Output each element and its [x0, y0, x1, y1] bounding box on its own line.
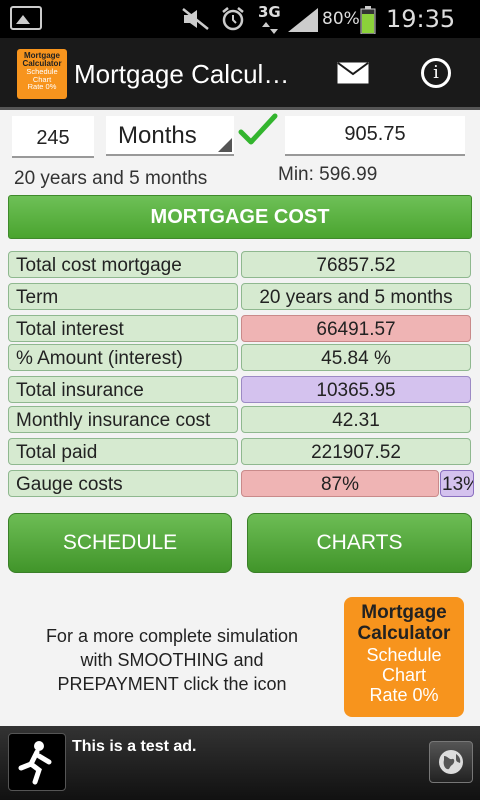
table-row: Total insurance 10365.95	[8, 376, 472, 403]
mail-icon[interactable]	[337, 62, 369, 84]
action-bar: Mortgage Calculator Schedule Chart Rate …	[0, 38, 480, 110]
schedule-button[interactable]: SCHEDULE	[8, 513, 232, 573]
row-label: Total cost mortgage	[8, 251, 238, 278]
row-value: 76857.52	[241, 251, 471, 278]
min-payment: Min: 596.99	[278, 164, 378, 185]
sound-muted-icon	[182, 8, 209, 30]
row-label: Term	[8, 283, 238, 310]
gallery-notification-icon	[10, 6, 42, 30]
battery-percent: 80%	[322, 9, 360, 29]
table-row: Total cost mortgage 76857.52	[8, 251, 472, 278]
table-row: % Amount (interest) 45.84 %	[8, 344, 472, 371]
ad-text[interactable]: This is a test ad.	[72, 738, 196, 756]
app-title: Mortgage Calcul…	[74, 59, 290, 89]
ad-runner-icon[interactable]	[8, 733, 66, 791]
table-row: Total interest 66491.57	[8, 315, 472, 342]
table-row: Term 20 years and 5 months	[8, 283, 472, 310]
table-row: Monthly insurance cost 42.31	[8, 406, 472, 433]
alarm-icon	[222, 7, 244, 31]
promo-text: For a more complete simulation with SMOO…	[45, 626, 299, 694]
globe-icon[interactable]	[429, 741, 473, 783]
unit-dropdown[interactable]: Months	[106, 116, 234, 156]
ad-banner[interactable]: This is a test ad.	[0, 726, 480, 800]
row-label: Total paid	[8, 438, 238, 465]
row-label: Monthly insurance cost	[8, 406, 238, 433]
months-input[interactable]: 245	[12, 116, 94, 158]
battery-icon	[360, 6, 376, 34]
row-label: Total insurance	[8, 376, 238, 403]
row-value: 66491.57	[241, 315, 471, 342]
row-value: 10365.95	[241, 376, 471, 403]
row-label: % Amount (interest)	[8, 344, 238, 371]
row-value: 42.31	[241, 406, 471, 433]
promo-app-icon[interactable]: Mortgage Calculator Schedule Chart Rate …	[344, 597, 464, 717]
row-value: 20 years and 5 months	[241, 283, 471, 310]
gauge-interest-share: 87%	[241, 470, 439, 497]
monthly-payment-input[interactable]: 905.75	[285, 116, 465, 156]
duration-summary: 20 years and 5 months	[14, 168, 208, 189]
data-arrows-icon	[262, 22, 278, 34]
info-icon[interactable]: i	[421, 58, 451, 88]
checkmark-icon[interactable]	[238, 112, 278, 148]
app-logo-icon[interactable]: Mortgage Calculator Schedule Chart Rate …	[17, 49, 67, 99]
table-row: Gauge costs 87% 13%	[8, 470, 474, 497]
table-row: Total paid 221907.52	[8, 438, 472, 465]
row-value: 45.84 %	[241, 344, 471, 371]
row-label: Total interest	[8, 315, 238, 342]
status-bar: 3G 80% 19:35	[0, 0, 480, 38]
gauge-insurance-share: 13%	[440, 470, 474, 497]
charts-button[interactable]: CHARTS	[247, 513, 472, 573]
clock: 19:35	[386, 5, 456, 33]
row-value: 221907.52	[241, 438, 471, 465]
row-label: Gauge costs	[8, 470, 238, 497]
signal-icon	[288, 8, 318, 32]
mortgage-cost-header: MORTGAGE COST	[8, 195, 472, 239]
